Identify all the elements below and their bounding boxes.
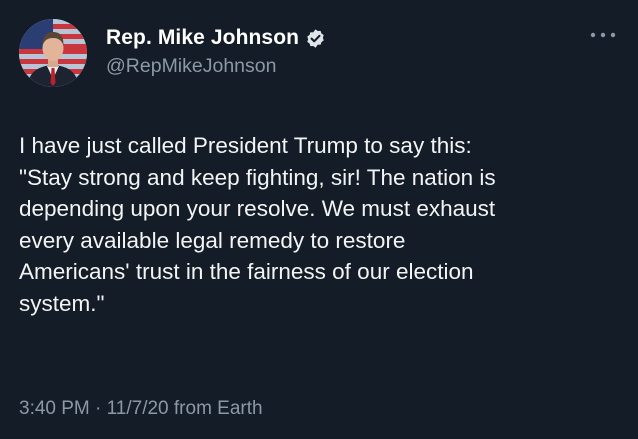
- verified-badge-icon: [305, 28, 326, 49]
- tweet-card: Rep. Mike Johnson @RepMikeJohnson I have…: [0, 0, 638, 439]
- tweet-timestamp[interactable]: 3:40 PM · 11/7/20 from Earth: [19, 398, 263, 420]
- author-name-row: Rep. Mike Johnson: [106, 24, 326, 52]
- more-options-icon[interactable]: [588, 28, 618, 42]
- author-handle[interactable]: @RepMikeJohnson: [106, 55, 276, 78]
- avatar[interactable]: [19, 19, 87, 87]
- avatar-image: [19, 19, 87, 87]
- tweet-text: I have just called President Trump to sa…: [19, 133, 496, 316]
- author-display-name[interactable]: Rep. Mike Johnson: [106, 26, 299, 50]
